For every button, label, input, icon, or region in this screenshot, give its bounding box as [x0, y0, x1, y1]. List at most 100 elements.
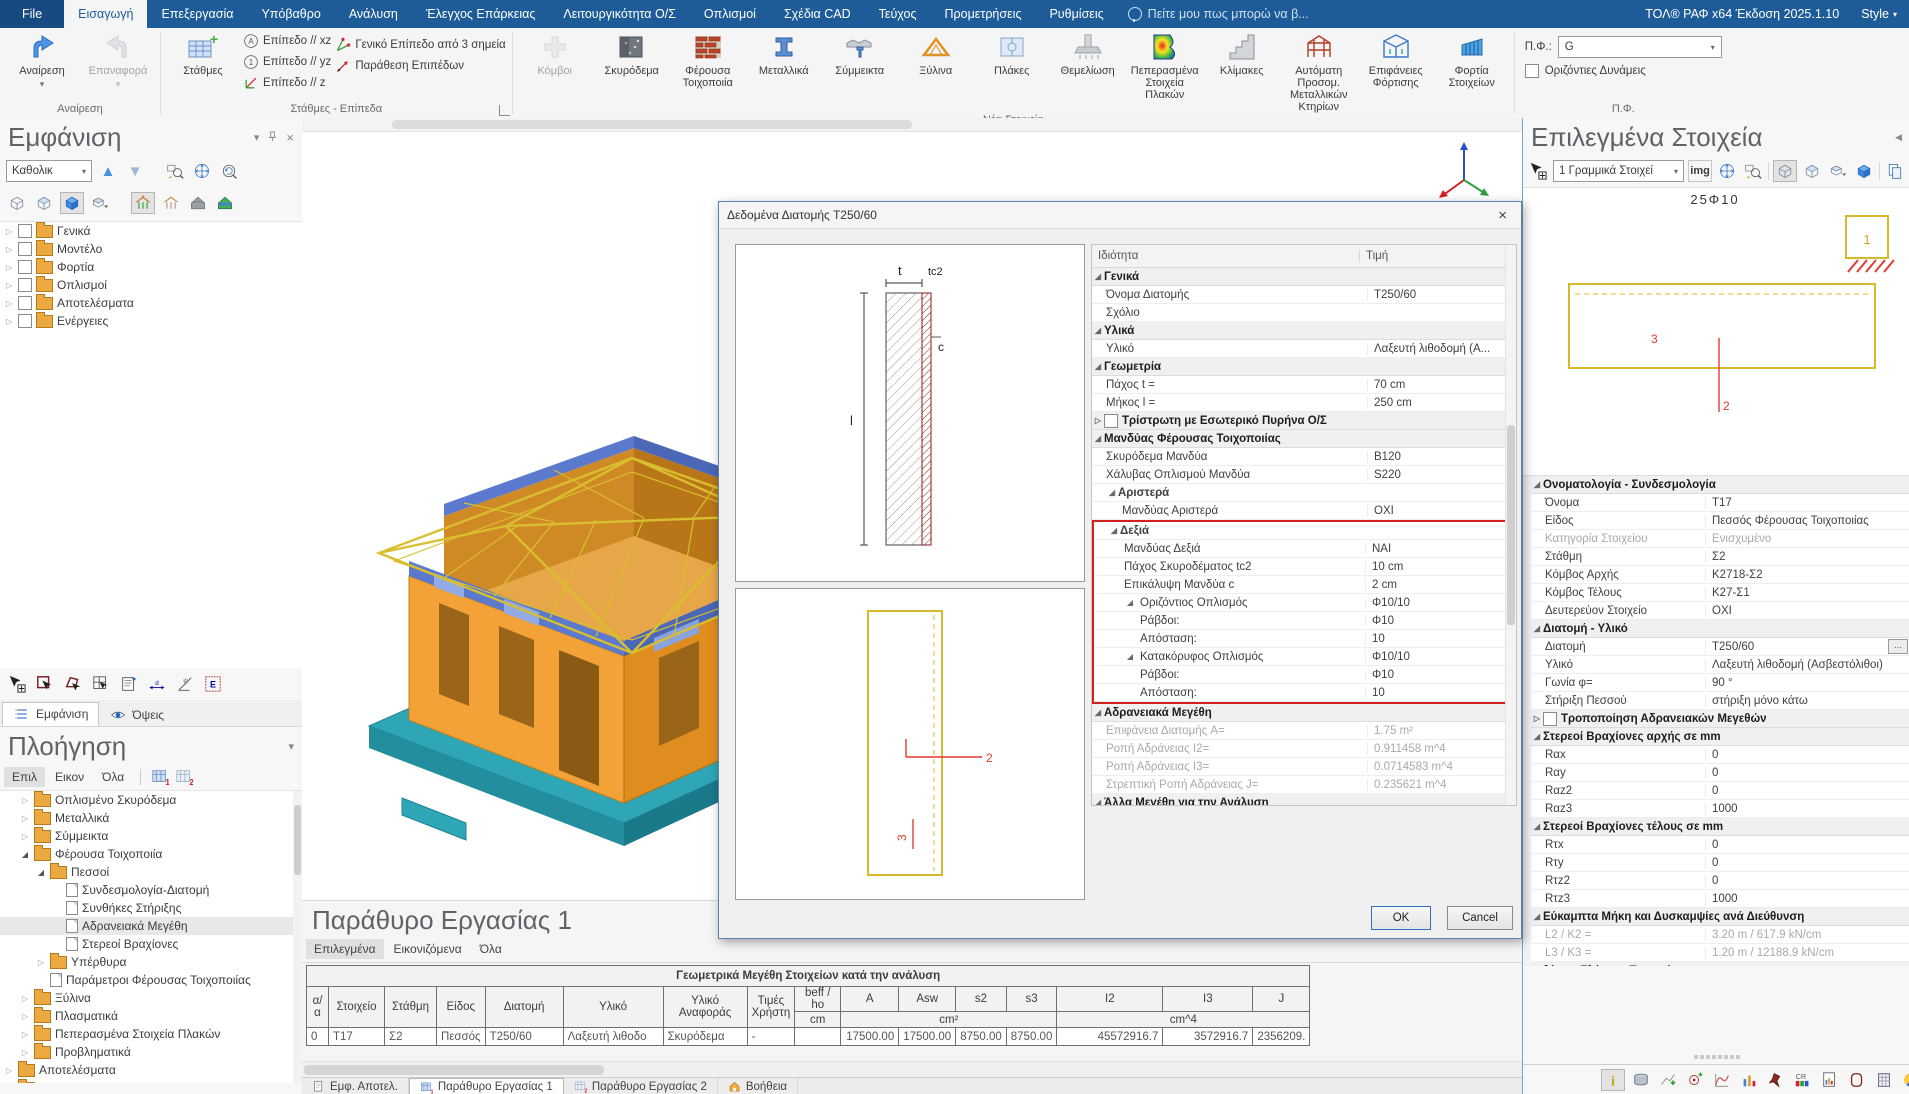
visibility-checkbox[interactable] — [18, 260, 32, 274]
cube-menu-icon[interactable] — [89, 193, 111, 213]
properties-icon[interactable] — [118, 674, 140, 694]
nav-tree-item[interactable]: ◢Φέρουσα Τοιχοποιία — [0, 845, 302, 863]
property-row[interactable]: ◢Δεξιά — [1094, 522, 1514, 540]
edit-button[interactable]: ... — [1888, 639, 1908, 654]
ribbon-tab-10[interactable]: Προμετρήσεις — [931, 0, 1036, 28]
colors-icon[interactable]: CR — [1792, 1070, 1814, 1090]
select-rect-icon[interactable] — [34, 674, 56, 694]
display-tree-item[interactable]: ▷Αποτελέσματα — [0, 294, 302, 312]
nav-tree-item[interactable]: ▷Οπλισμοί-Προμετρήσεις — [0, 1079, 302, 1083]
ribbon-small-button[interactable]: 1Επίπεδο // yz — [243, 53, 331, 71]
property-row[interactable]: Σχόλιο — [1092, 304, 1516, 322]
expander-icon[interactable]: ▷ — [20, 832, 30, 841]
ribbon-tab-3[interactable]: Υπόβαθρο — [247, 0, 334, 28]
nav-tree-item[interactable]: Συνθήκες Στήριξης — [0, 899, 302, 917]
copy-icon[interactable] — [1884, 161, 1906, 181]
window-tab-grid1[interactable]: 1Παράθυρο Εργασίας 1 — [409, 1078, 564, 1094]
ribbon-small-button[interactable]: Επίπεδο // z — [243, 74, 331, 92]
expander-icon[interactable]: ◢ — [20, 850, 30, 859]
table-cell[interactable]: Σκυρόδεμα — [663, 1028, 747, 1046]
property-row[interactable]: ◢Διατομή - Υλικό — [1531, 620, 1909, 638]
column-header[interactable]: Διατομή — [485, 987, 563, 1028]
visibility-checkbox[interactable] — [18, 278, 32, 292]
close-icon[interactable]: × — [1492, 207, 1513, 224]
redo-button[interactable]: Επαναφορά▾ — [80, 28, 156, 90]
property-row[interactable]: ΌνομαT17 — [1531, 494, 1909, 512]
nav-tree-item[interactable]: ▷Αποτελέσματα — [0, 1061, 302, 1079]
levels-button[interactable]: + Στάθμες — [165, 28, 241, 77]
ribbon-tab-5[interactable]: Έλεγχος Επάρκειας — [412, 0, 550, 28]
select-window-icon[interactable] — [90, 674, 112, 694]
table-cell[interactable]: 8750.00 — [956, 1028, 1007, 1046]
property-row[interactable]: Επιφάνεια Διατομής A=1.75 m² — [1092, 722, 1516, 740]
property-row[interactable]: ΥλικόΛαξευτή λιθοδομή (Ασβεστόλιθοι) — [1531, 656, 1909, 674]
cube-shade-icon[interactable] — [1827, 161, 1849, 181]
panel-subtab[interactable]: Όλα — [472, 939, 510, 959]
grid-scrollbar[interactable] — [1523, 476, 1531, 966]
table-cell[interactable]: 2356209. — [1253, 1028, 1310, 1046]
cube-wire-icon[interactable] — [6, 193, 28, 213]
property-row[interactable]: ◢Στερεοί Βραχίονες αρχής σε mm — [1531, 728, 1909, 746]
undo-button[interactable]: Αναίρεση▾ — [4, 28, 80, 90]
property-row[interactable]: Rαy0 — [1531, 764, 1909, 782]
ribbon-button-steel-frame[interactable]: Αυτόματη Προσομ. Μεταλλικών Κτηρίων — [1281, 28, 1357, 113]
expander-icon[interactable]: ▷ — [20, 1030, 30, 1039]
nav-scrollbar[interactable] — [293, 791, 302, 1083]
expander-icon[interactable]: ▷ — [4, 227, 14, 236]
element-preview[interactable]: 25Φ10 1 3 2 — [1523, 187, 1909, 475]
option-checkbox[interactable] — [1104, 414, 1118, 428]
property-row[interactable]: ◢Αδρανειακά Μεγέθη — [1092, 704, 1516, 722]
visibility-checkbox[interactable] — [18, 224, 32, 238]
display-mode-combo[interactable]: Καθολικ▾ — [6, 160, 92, 182]
grid-vscrollbar[interactable] — [1505, 245, 1516, 805]
dialog-launcher-icon[interactable] — [499, 105, 510, 116]
palette-icon[interactable] — [1900, 1070, 1909, 1090]
pan-icon[interactable] — [1716, 161, 1738, 181]
column-header[interactable]: Asw — [899, 987, 956, 1012]
zoom-window-icon[interactable] — [1742, 161, 1764, 181]
expander-icon[interactable]: ▷ — [36, 958, 46, 967]
tell-me-search[interactable]: Πείτε μου πως μπορώ να β... — [1118, 0, 1319, 28]
ribbon-button-foundation[interactable]: Θεμελίωση — [1050, 28, 1126, 77]
property-row[interactable]: Rτy0 — [1531, 854, 1909, 872]
column-header[interactable]: I2 — [1057, 987, 1163, 1012]
chevron-down-icon[interactable]: ▾ — [254, 131, 260, 144]
property-row[interactable]: Δευτερεύον ΣτοιχείοΟΧΙ — [1531, 602, 1909, 620]
property-row[interactable]: L2 / K2 =3.20 m / 617.9 kN/cm — [1531, 926, 1909, 944]
table-cell[interactable]: Σ2 — [385, 1028, 437, 1046]
property-row[interactable]: Στρεπτική Ροπή Αδράνειας J=0.235621 m^4 — [1092, 776, 1516, 794]
nav-tree-item[interactable]: ▷Ξύλινα — [0, 989, 302, 1007]
ribbon-button-masonry[interactable]: Φέρουσα Τοιχοποιία — [670, 28, 746, 89]
ribbon-small-button[interactable]: Παράθεση Επιπέδων — [335, 57, 505, 75]
property-row[interactable]: ◢Μανδύας Φέρουσας Τοιχοποιίας — [1092, 430, 1516, 448]
curve-icon[interactable] — [1711, 1070, 1733, 1090]
select-poly-icon[interactable] — [62, 674, 84, 694]
column-header[interactable]: J — [1253, 987, 1310, 1012]
property-row[interactable]: ◢θέσεις Ελέγχου Πεσσού — [1531, 962, 1909, 966]
property-row[interactable]: Ροπή Αδράνειας I3=0.0714583 m^4 — [1092, 758, 1516, 776]
property-row[interactable]: Πάχος t =70 cm — [1092, 376, 1516, 394]
column-header[interactable]: I3 — [1163, 987, 1253, 1012]
ribbon-button-stairs[interactable]: Κλίμακες — [1204, 28, 1280, 77]
canvas-hscrollbar[interactable] — [302, 118, 1522, 132]
expander-icon[interactable]: ▷ — [4, 1066, 14, 1075]
expander-icon[interactable]: ▷ — [4, 317, 14, 326]
property-row[interactable]: ◢Γενικά — [1092, 268, 1516, 286]
panel-subtab[interactable]: Εικονιζόμενα — [386, 939, 470, 959]
cube-wire-icon[interactable] — [1773, 160, 1797, 182]
column-header[interactable]: Υλικό Αναφοράς — [663, 987, 747, 1028]
property-row[interactable]: Rτz20 — [1531, 872, 1909, 890]
property-row[interactable]: Ροπή Αδράνειας I2=0.911458 m^4 — [1092, 740, 1516, 758]
display-tree-item[interactable]: ▷Μοντέλο — [0, 240, 302, 258]
display-tree-item[interactable]: ▷Ενέργειες — [0, 312, 302, 330]
ribbon-tab-11[interactable]: Ρυθμίσεις — [1035, 0, 1117, 28]
move-down-icon[interactable]: ▼ — [124, 161, 146, 181]
table-cell[interactable]: 3572916.7 — [1163, 1028, 1253, 1046]
property-row[interactable]: Κόμβος ΤέλουςK27-Σ1 — [1531, 584, 1909, 602]
bars-icon[interactable] — [1738, 1070, 1760, 1090]
window-tab-grid2[interactable]: 2Παράθυρο Εργασίας 2 — [564, 1078, 718, 1094]
ribbon-small-button[interactable]: ΑΕπίπεδο // xz — [243, 32, 331, 50]
cancel-button[interactable]: Cancel — [1447, 906, 1513, 930]
table-hscrollbar[interactable] — [302, 1061, 1522, 1078]
table-cell[interactable]: Πεσσός — [437, 1028, 486, 1046]
